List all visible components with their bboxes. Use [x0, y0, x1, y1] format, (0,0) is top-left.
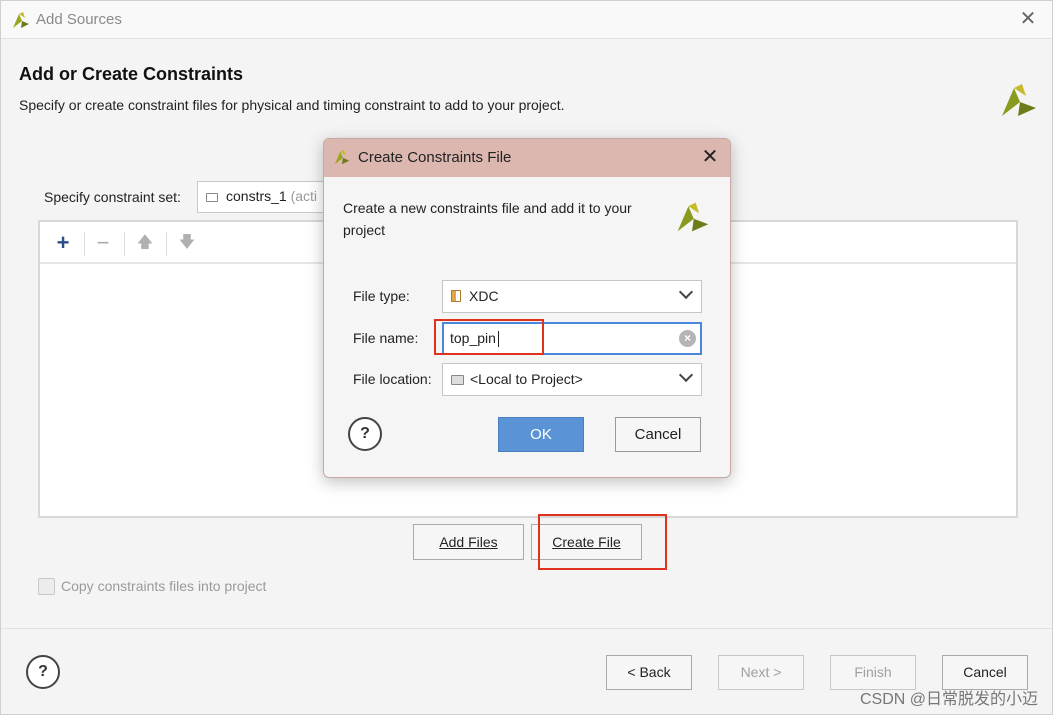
- window-title: Add Sources: [36, 11, 122, 28]
- file-location-select[interactable]: <Local to Project>: [442, 363, 702, 396]
- titlebar: Add Sources ✕: [1, 1, 1052, 39]
- vivado-logo-icon: [1002, 84, 1036, 116]
- copy-constraints-option[interactable]: Copy constraints files into project: [38, 578, 266, 595]
- text-cursor: [497, 331, 499, 347]
- toolbar-divider: [84, 232, 85, 256]
- file-name-label: File name:: [353, 330, 419, 346]
- page-description: Specify or create constraint files for p…: [19, 97, 565, 113]
- location-icon: [451, 375, 464, 385]
- chevron-down-icon: [678, 367, 694, 383]
- chevron-down-icon: [678, 284, 694, 300]
- folder-icon: [206, 193, 218, 202]
- file-name-value: top_pin: [450, 330, 496, 346]
- file-name-input[interactable]: top_pin ×: [442, 322, 702, 355]
- add-files-label: Add Files: [439, 534, 498, 550]
- copy-constraints-label: Copy constraints files into project: [61, 578, 267, 594]
- create-constraints-dialog: Create Constraints File ✕ Create a new c…: [323, 138, 731, 478]
- file-type-value: XDC: [469, 288, 499, 304]
- vivado-logo-icon: [677, 202, 709, 232]
- constraint-set-value: constrs_1: [226, 188, 287, 204]
- create-file-button[interactable]: Create File: [531, 524, 642, 560]
- file-location-label: File location:: [353, 371, 432, 387]
- back-button[interactable]: < Back: [606, 655, 692, 690]
- add-files-button[interactable]: Add Files: [413, 524, 524, 560]
- dialog-close-icon[interactable]: ✕: [698, 145, 722, 169]
- file-location-value: <Local to Project>: [470, 371, 583, 387]
- add-icon[interactable]: +: [48, 230, 78, 256]
- xdc-file-icon: [451, 290, 461, 302]
- move-down-icon[interactable]: 🡇: [172, 230, 202, 256]
- file-type-select[interactable]: XDC: [442, 280, 702, 313]
- clear-icon[interactable]: ×: [679, 330, 696, 347]
- ok-button[interactable]: OK: [498, 417, 584, 452]
- vivado-logo-icon: [13, 12, 29, 28]
- close-icon[interactable]: ✕: [1016, 7, 1040, 31]
- help-button[interactable]: ?: [26, 655, 60, 689]
- dialog-help-button[interactable]: ?: [348, 417, 382, 451]
- next-button[interactable]: Next >: [718, 655, 804, 690]
- vivado-logo-icon: [334, 149, 350, 165]
- dialog-description: Create a new constraints file and add it…: [343, 200, 632, 238]
- file-type-label: File type:: [353, 288, 410, 304]
- dialog-titlebar: Create Constraints File ✕: [324, 139, 730, 177]
- constraint-set-suffix: (acti: [290, 188, 318, 204]
- constraint-set-label: Specify constraint set:: [44, 189, 181, 205]
- watermark: CSDN @日常脱发的小迈: [859, 691, 1038, 708]
- create-file-label: Create File: [552, 534, 621, 550]
- toolbar-divider: [166, 232, 167, 256]
- remove-icon[interactable]: −: [88, 230, 118, 256]
- toolbar-divider: [124, 232, 125, 256]
- dialog-title: Create Constraints File: [358, 149, 512, 166]
- copy-constraints-checkbox[interactable]: [38, 578, 55, 595]
- constraint-set-select[interactable]: constrs_1 (acti: [197, 181, 337, 213]
- dialog-cancel-button[interactable]: Cancel: [615, 417, 701, 452]
- page-title: Add or Create Constraints: [19, 64, 244, 84]
- page-header: Add or Create Constraints Specify or cre…: [1, 40, 1052, 128]
- move-up-icon[interactable]: 🡅: [130, 230, 160, 256]
